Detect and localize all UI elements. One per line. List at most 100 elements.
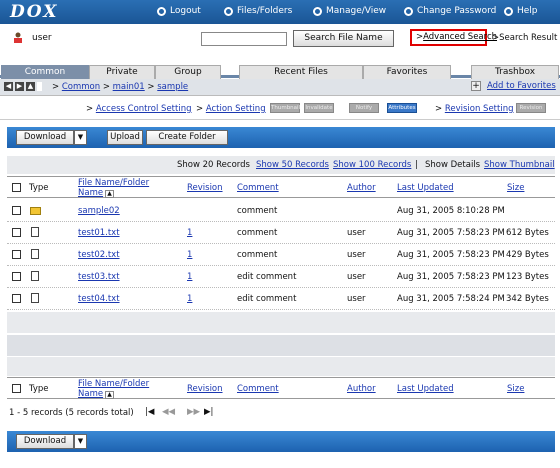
row-size: 123 Bytes — [506, 272, 549, 282]
table-row[interactable]: test02.txt 1 comment user Aug 31, 2005 7… — [7, 244, 555, 266]
tab-recent-files[interactable]: Recent Files — [239, 65, 363, 79]
row-checkbox[interactable] — [12, 228, 21, 237]
column-comment-link[interactable]: Comment — [237, 183, 279, 193]
row-author: user — [347, 250, 366, 260]
logout-icon — [157, 6, 166, 16]
row-name-link[interactable]: test02.txt — [78, 250, 120, 260]
column-size-link[interactable]: Size — [507, 183, 524, 193]
sort-asc-icon[interactable]: ▲ — [105, 391, 115, 399]
first-page-icon[interactable]: |◀ — [145, 407, 154, 417]
action-setting-link[interactable]: > Action Setting — [196, 104, 266, 114]
tab-common[interactable]: Common — [1, 65, 89, 79]
search-result-link[interactable]: >Search Result — [492, 33, 557, 43]
row-name-link[interactable]: test04.txt — [78, 294, 120, 304]
row-comment: edit comment — [237, 294, 297, 304]
tab-group[interactable]: Group — [155, 65, 221, 79]
column-size-link[interactable]: Size — [507, 384, 524, 394]
column-name-line2: Name ▲ — [78, 188, 115, 198]
settings-row: > Access Control Setting > Action Settin… — [0, 96, 560, 120]
show-50-records-link[interactable]: Show 50 Records — [256, 160, 329, 170]
breadcrumb-common[interactable]: Common — [62, 82, 100, 92]
row-revision-link[interactable]: 1 — [187, 250, 192, 260]
revision-setting-link[interactable]: > Revision Setting — [435, 104, 514, 114]
column-author-link[interactable]: Author — [347, 384, 376, 394]
column-updated-link[interactable]: Last Updated — [397, 384, 454, 394]
column-name-link[interactable]: File Name/Folder — [78, 379, 149, 389]
breadcrumb-sample[interactable]: sample — [157, 82, 188, 92]
column-type: Type — [29, 384, 49, 394]
row-name-link[interactable]: sample02 — [78, 206, 120, 216]
row-checkbox[interactable] — [12, 272, 21, 281]
column-author-link[interactable]: Author — [347, 183, 376, 193]
column-name-line2: Name ▲ — [78, 389, 115, 399]
column-revision-link[interactable]: Revision — [187, 384, 223, 394]
file-table: Type File Name/Folder Name ▲ Revision Com… — [7, 176, 555, 312]
download-button[interactable]: Download — [16, 130, 74, 145]
next-page-icon[interactable]: ▶▶ — [187, 407, 200, 417]
manage-view-link[interactable]: Manage/View — [313, 6, 386, 16]
app-logo: DOX — [10, 2, 59, 22]
show-20-records: Show 20 Records — [177, 160, 250, 170]
change-password-link[interactable]: Change Password — [404, 6, 496, 16]
up-folder-icon[interactable]: ▲ — [26, 82, 35, 91]
table-footer-header: Type File Name/Folder Name ▲ Revision Com… — [7, 377, 555, 401]
files-folders-link[interactable]: Files/Folders — [224, 6, 292, 16]
sort-asc-icon[interactable]: ▲ — [105, 190, 115, 198]
row-checkbox[interactable] — [12, 206, 21, 215]
row-updated: Aug 31, 2005 7:58:23 PM — [397, 272, 505, 282]
row-revision-link[interactable]: 1 — [187, 272, 192, 282]
notify-setting-button[interactable]: Notify — [349, 103, 379, 113]
table-row[interactable]: test01.txt 1 comment user Aug 31, 2005 7… — [7, 222, 555, 244]
file-icon — [31, 249, 39, 259]
show-details: Show Details — [425, 160, 481, 170]
table-row[interactable]: sample02 comment Aug 31, 2005 8:10:28 PM — [7, 200, 555, 222]
user-name: user — [32, 33, 52, 43]
refresh-icon — [404, 6, 413, 16]
revision-button[interactable]: Revision — [516, 103, 546, 113]
search-file-name-button[interactable]: Search File Name — [293, 30, 394, 47]
tab-private[interactable]: Private — [89, 65, 155, 79]
help-link[interactable]: Help — [504, 6, 538, 16]
table-row[interactable]: test04.txt 1 edit comment user Aug 31, 2… — [7, 288, 555, 310]
tab-favorites[interactable]: Favorites — [363, 65, 451, 79]
table-row[interactable]: test03.txt 1 edit comment user Aug 31, 2… — [7, 266, 555, 288]
prev-page-icon[interactable]: ◀◀ — [162, 407, 175, 417]
upload-button[interactable]: Upload — [107, 130, 143, 145]
last-page-icon[interactable]: ▶| — [204, 407, 213, 417]
forward-icon[interactable]: ▶ — [15, 82, 24, 91]
row-name-link[interactable]: test03.txt — [78, 272, 120, 282]
select-all-checkbox[interactable] — [12, 183, 21, 192]
tab-trashbox[interactable]: Trashbox — [471, 65, 559, 79]
row-revision-link[interactable]: 1 — [187, 228, 192, 238]
plus-icon: + — [471, 81, 481, 91]
show-thumbnail-link[interactable]: Show Thumbnail — [484, 160, 555, 170]
advanced-search-link[interactable]: >Advanced Search — [410, 29, 497, 46]
column-name-link[interactable]: File Name/Folder — [78, 178, 149, 188]
separator: | — [415, 160, 418, 170]
column-comment-link[interactable]: Comment — [237, 384, 279, 394]
chevron-down-icon[interactable]: ▼ — [74, 130, 87, 145]
thumbnail-setting-button[interactable]: Thumbnail — [270, 103, 300, 113]
search-input[interactable] — [201, 32, 287, 46]
add-to-favorites-link[interactable]: + Add to Favorites — [471, 81, 556, 91]
column-revision-link[interactable]: Revision — [187, 183, 223, 193]
download-button[interactable]: Download — [16, 434, 74, 449]
logout-link[interactable]: Logout — [157, 6, 201, 16]
show-100-records-link[interactable]: Show 100 Records — [333, 160, 411, 170]
row-checkbox[interactable] — [12, 294, 21, 303]
invalidate-setting-button[interactable]: Invalidate — [304, 103, 334, 113]
row-revision-link[interactable]: 1 — [187, 294, 192, 304]
create-folder-button[interactable]: Create Folder — [146, 130, 228, 145]
chevron-down-icon[interactable]: ▼ — [74, 434, 87, 449]
access-control-setting-link[interactable]: > Access Control Setting — [86, 104, 192, 114]
breadcrumb-main01[interactable]: main01 — [113, 82, 145, 92]
row-updated: Aug 31, 2005 8:10:28 PM — [397, 206, 505, 216]
attributes-setting-button[interactable]: Attributes — [387, 103, 417, 113]
tab-bar: Common Private Group Recent Files Favori… — [0, 62, 560, 79]
column-updated-link[interactable]: Last Updated — [397, 183, 454, 193]
select-all-checkbox[interactable] — [12, 384, 21, 393]
back-icon[interactable]: ◀ — [4, 82, 13, 91]
row-name-link[interactable]: test01.txt — [78, 228, 120, 238]
row-comment: comment — [237, 206, 278, 216]
row-checkbox[interactable] — [12, 250, 21, 259]
